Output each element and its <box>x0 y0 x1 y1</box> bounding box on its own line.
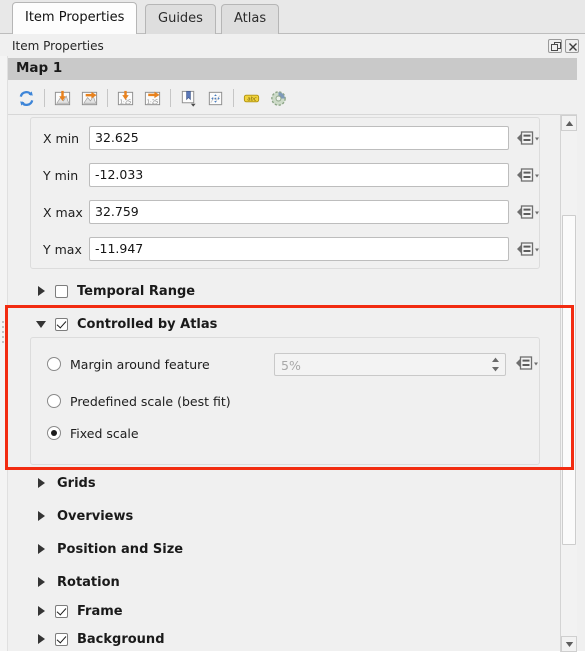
x-min-label: X min <box>43 130 80 146</box>
panel-title-buttons <box>548 39 579 53</box>
temporal-range-checkbox[interactable] <box>55 284 68 298</box>
item-name-label: Map 1 <box>16 60 63 76</box>
properties-scroll-area: X min 32.625 Y min -12.033 X max 32.759 … <box>8 114 577 652</box>
view-scale-in-map-canvas-icon[interactable]: 1:25 <box>140 86 164 110</box>
set-map-extent-to-layers-icon[interactable] <box>50 86 74 110</box>
margin-spinbox-placeholder: 5% <box>281 358 301 373</box>
scrollbar-thumb[interactable] <box>562 215 576 545</box>
toolbar-separator <box>233 89 234 107</box>
panel-splitter[interactable] <box>0 56 8 651</box>
vertical-scrollbar[interactable] <box>560 115 577 652</box>
section-temporal-range[interactable]: Temporal Range <box>8 278 560 304</box>
field-row-y-min: Y min -12.033 <box>31 161 541 189</box>
chevron-right-icon[interactable] <box>34 542 48 556</box>
chevron-right-icon[interactable] <box>34 604 48 618</box>
margin-around-feature-label: Margin around feature <box>70 356 210 372</box>
controlled-by-atlas-label: Controlled by Atlas <box>77 316 218 332</box>
margin-around-feature-radio[interactable] <box>47 357 61 371</box>
scroll-up-icon[interactable] <box>561 115 577 131</box>
panel-tab-bar: Item Properties Guides Atlas <box>0 0 585 34</box>
scroll-down-icon[interactable] <box>561 636 577 652</box>
frame-checkbox[interactable] <box>55 604 68 618</box>
atlas-options-group: Margin around feature 5% Predefined scal… <box>30 337 540 465</box>
overviews-label: Overviews <box>57 508 134 524</box>
option-predefined-scale[interactable]: Predefined scale (best fit) <box>31 386 541 416</box>
position-and-size-label: Position and Size <box>57 541 184 557</box>
chevron-right-icon[interactable] <box>34 509 48 523</box>
margin-spinbox[interactable]: 5% <box>274 353 506 376</box>
set-map-scale-to-canvas-icon[interactable]: 1:25 <box>113 86 137 110</box>
section-overviews[interactable]: Overviews <box>8 503 560 529</box>
fixed-scale-radio[interactable] <box>47 426 61 440</box>
field-row-y-max: Y max -11.947 <box>31 235 541 263</box>
section-rotation[interactable]: Rotation <box>8 569 560 595</box>
field-row-x-min: X min 32.625 <box>31 124 541 152</box>
svg-text:1:25: 1:25 <box>146 99 158 105</box>
data-defined-override-icon[interactable] <box>515 127 541 149</box>
chevron-right-icon[interactable] <box>34 284 48 298</box>
tab-guides[interactable]: Guides <box>145 4 216 34</box>
chevron-down-icon[interactable] <box>34 317 48 331</box>
fixed-scale-label: Fixed scale <box>70 425 139 441</box>
predefined-scale-radio[interactable] <box>47 394 61 408</box>
x-max-label: X max <box>43 204 83 220</box>
x-max-input[interactable]: 32.759 <box>89 200 509 224</box>
data-defined-override-icon[interactable] <box>514 352 540 374</box>
y-min-label: Y min <box>43 167 79 183</box>
svg-text:abc: abc <box>247 96 256 102</box>
section-grids[interactable]: Grids <box>8 470 560 496</box>
option-fixed-scale[interactable]: Fixed scale <box>31 418 541 448</box>
toolbar-separator <box>44 89 45 107</box>
bookmarks-icon[interactable] <box>176 86 200 110</box>
data-defined-override-icon[interactable] <box>515 238 541 260</box>
option-margin-around-feature[interactable]: Margin around feature 5% <box>31 349 541 379</box>
item-name-band: Map 1 <box>8 58 577 80</box>
refresh-view-icon[interactable] <box>14 86 38 110</box>
section-background[interactable]: Background <box>8 626 560 652</box>
x-min-input[interactable]: 32.625 <box>89 126 509 150</box>
background-label: Background <box>77 631 165 647</box>
section-frame[interactable]: Frame <box>8 598 560 624</box>
extent-group: X min 32.625 Y min -12.033 X max 32.759 … <box>30 117 540 269</box>
data-defined-override-icon[interactable] <box>515 201 541 223</box>
background-checkbox[interactable] <box>55 632 68 646</box>
data-defined-override-icon[interactable] <box>515 164 541 186</box>
properties-content: X min 32.625 Y min -12.033 X max 32.759 … <box>8 115 560 652</box>
tab-atlas[interactable]: Atlas <box>221 4 280 34</box>
item-properties-panel: Item Properties Guides Atlas Item Proper… <box>0 0 585 652</box>
rotation-label: Rotation <box>57 574 120 590</box>
y-max-input[interactable]: -11.947 <box>89 237 509 261</box>
panel-title: Item Properties <box>12 39 104 53</box>
toolbar-separator <box>170 89 171 107</box>
chevron-right-icon[interactable] <box>34 632 48 646</box>
chevron-right-icon[interactable] <box>34 575 48 589</box>
map-toolbar: 1:25 1:25 abc <box>8 82 577 114</box>
spinbox-arrows[interactable] <box>487 355 503 374</box>
float-icon[interactable] <box>548 39 562 53</box>
field-row-x-max: X max 32.759 <box>31 198 541 226</box>
predefined-scale-label: Predefined scale (best fit) <box>70 393 231 409</box>
labeling-icon[interactable]: abc <box>239 86 263 110</box>
grids-label: Grids <box>57 475 96 491</box>
toolbar-separator <box>107 89 108 107</box>
chevron-right-icon[interactable] <box>34 476 48 490</box>
section-position-and-size[interactable]: Position and Size <box>8 536 560 562</box>
splitter-grip <box>2 321 5 346</box>
interactively-edit-extent-icon[interactable] <box>203 86 227 110</box>
y-max-label: Y max <box>43 241 82 257</box>
close-icon[interactable] <box>565 39 579 53</box>
tab-item-properties[interactable]: Item Properties <box>12 2 138 34</box>
controlled-by-atlas-checkbox[interactable] <box>55 317 68 331</box>
view-extent-in-map-canvas-icon[interactable] <box>77 86 101 110</box>
frame-label: Frame <box>77 603 123 619</box>
map-settings-icon[interactable] <box>266 86 290 110</box>
section-controlled-by-atlas[interactable]: Controlled by Atlas <box>8 311 560 337</box>
y-min-input[interactable]: -12.033 <box>89 163 509 187</box>
temporal-range-label: Temporal Range <box>77 283 196 299</box>
svg-text:1:25: 1:25 <box>119 99 131 105</box>
